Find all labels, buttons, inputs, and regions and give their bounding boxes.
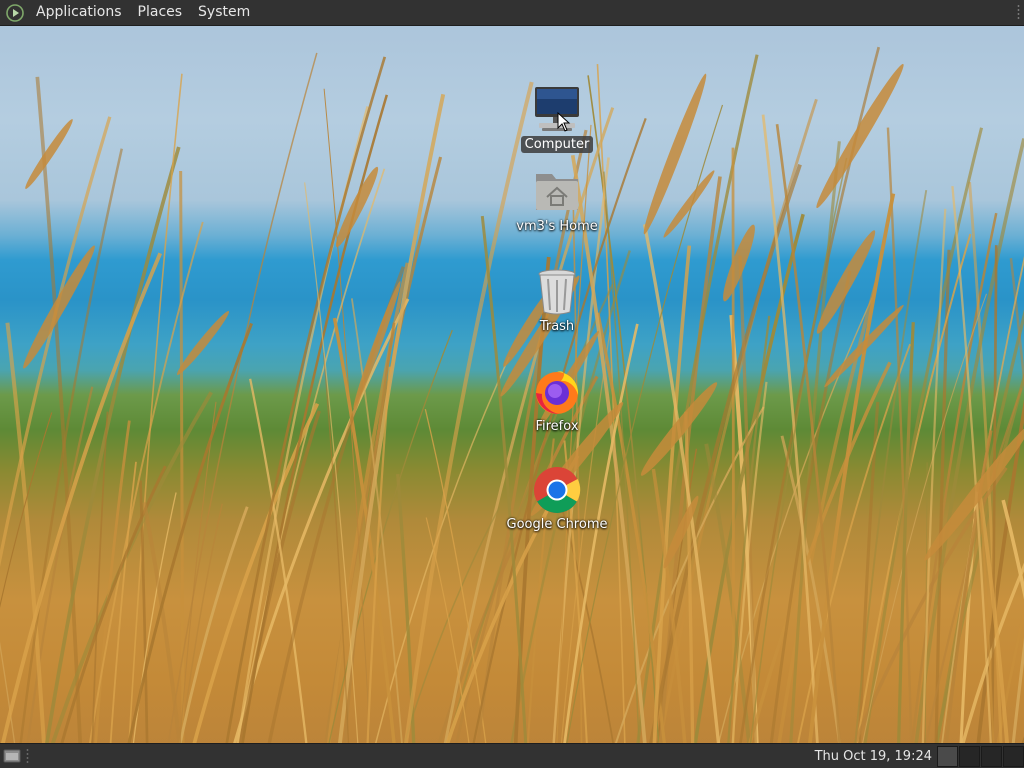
desktop-icon-label: Google Chrome: [506, 517, 608, 532]
workspace-3[interactable]: [981, 746, 1002, 767]
firefox-icon: [533, 368, 581, 416]
menu-system[interactable]: System: [190, 0, 258, 25]
workspace-2[interactable]: [959, 746, 980, 767]
desktop-icon-firefox[interactable]: Firefox: [502, 368, 612, 435]
panel-handle[interactable]: [26, 748, 29, 764]
workspace-4[interactable]: [1003, 746, 1024, 767]
desktop-icon-chrome[interactable]: Google Chrome: [502, 466, 612, 533]
chrome-icon: [533, 466, 581, 514]
trash-icon: [533, 268, 581, 316]
desktop-icon-label: Computer: [520, 136, 594, 153]
show-desktop-icon[interactable]: [3, 748, 21, 764]
top-panel: Applications Places System: [0, 0, 1024, 26]
desktop-icon-label: vm3's Home: [516, 219, 598, 234]
menu-places[interactable]: Places: [130, 0, 191, 25]
desktop-screen: Applications Places System Computer vm3'…: [0, 0, 1024, 768]
home-folder-icon: [533, 168, 581, 216]
panel-clock[interactable]: Thu Oct 19, 19:24: [815, 744, 932, 768]
desktop-icon-home[interactable]: vm3's Home: [502, 168, 612, 235]
desktop-icon-trash[interactable]: Trash: [502, 268, 612, 335]
bottom-panel: Thu Oct 19, 19:24: [0, 743, 1024, 768]
workspace-switcher[interactable]: [936, 746, 1024, 767]
desktop-icon-label: Trash: [539, 319, 575, 334]
distro-logo-icon[interactable]: [6, 3, 24, 22]
menu-applications[interactable]: Applications: [28, 0, 130, 25]
panel-handle[interactable]: [1017, 4, 1020, 20]
mouse-cursor-icon: [557, 112, 571, 132]
workspace-1[interactable]: [937, 746, 958, 767]
desktop-icon-label: Firefox: [535, 419, 579, 434]
